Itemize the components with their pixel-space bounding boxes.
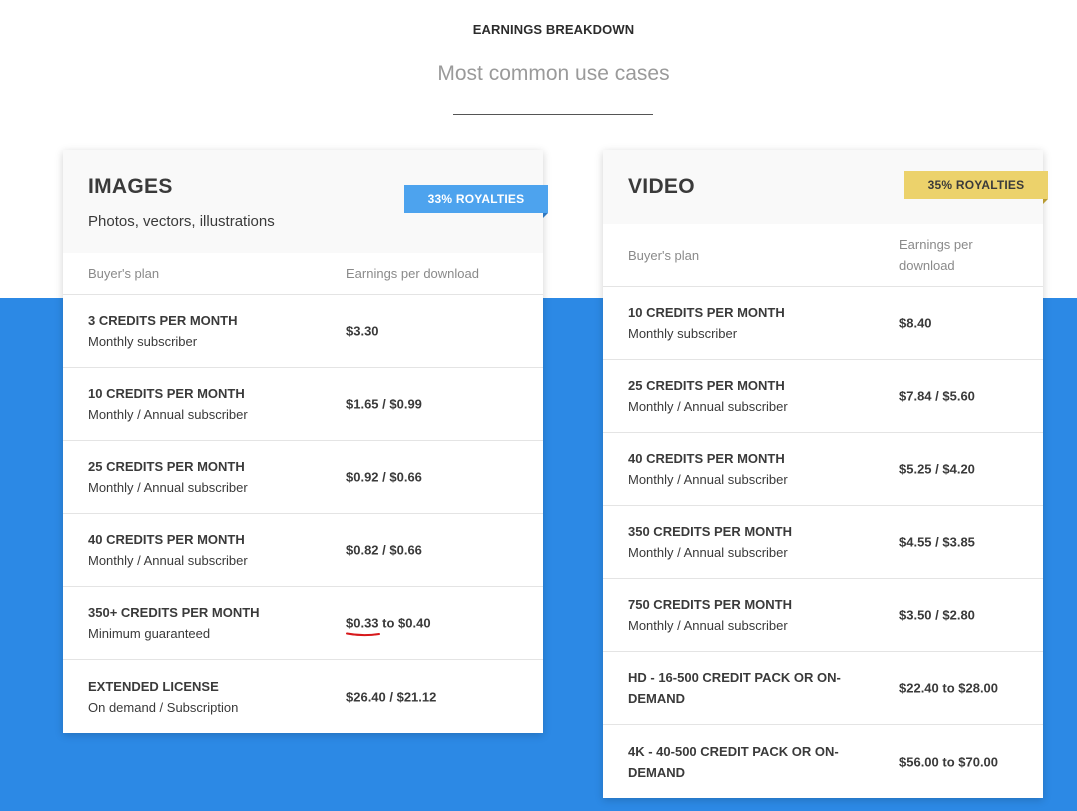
earnings-value: $8.40 xyxy=(899,315,932,331)
plan-type: Monthly / Annual subscriber xyxy=(88,553,248,568)
plan-name: 25 CREDITS PER MONTH xyxy=(628,378,785,393)
plan-name: 4K - 40-500 CREDIT PACK OR ON- xyxy=(628,743,839,759)
table-row: 40 CREDITS PER MONTH Monthly / Annual sub… xyxy=(63,514,543,587)
earnings-value: $3.30 xyxy=(346,323,379,339)
earnings-value: $0.33 to $0.40 xyxy=(346,615,431,637)
earnings-value: $3.50 / $2.80 xyxy=(899,607,975,623)
video-column-header: Buyer's plan Earnings per download xyxy=(603,224,1043,287)
red-underline-annotation xyxy=(346,632,380,637)
images-column-header: Buyer's plan Earnings per download xyxy=(63,253,543,295)
images-table-body: 3 CREDITS PER MONTH Monthly subscriber $3… xyxy=(63,295,543,733)
table-row: 350+ CREDITS PER MONTH Minimum guaranteed… xyxy=(63,587,543,660)
video-card: VIDEO 35% ROYALTIES Buyer's plan Earning… xyxy=(603,150,1048,798)
images-card: IMAGES Photos, vectors, illustrations 33… xyxy=(63,150,548,733)
earnings-value: $26.40 / $21.12 xyxy=(346,689,437,704)
images-card-header: IMAGES Photos, vectors, illustrations 33… xyxy=(63,150,548,253)
images-title: IMAGES xyxy=(88,175,173,198)
table-row: 25 CREDITS PER MONTH Monthly / Annual sub… xyxy=(63,441,543,514)
plan-name: HD - 16-500 CREDIT PACK OR ON- xyxy=(628,670,841,685)
images-col-earnings: Earnings per download xyxy=(346,266,479,281)
table-row: HD - 16-500 CREDIT PACK OR ON- DEMAND $22… xyxy=(603,652,1043,725)
plan-name: EXTENDED LICENSE xyxy=(88,678,219,694)
plan-name: 350+ CREDITS PER MONTH xyxy=(88,605,260,620)
plan-name: 750 CREDITS PER MONTH xyxy=(628,597,792,612)
plan-name: 40 CREDITS PER MONTH xyxy=(628,451,785,466)
plan-name-cont: DEMAND xyxy=(628,691,686,706)
images-subtitle: Photos, vectors, illustrations xyxy=(88,213,275,230)
video-col-earnings-2: download xyxy=(899,258,955,273)
earnings-value: $7.84 / $5.60 xyxy=(899,388,975,404)
plan-type: Monthly / Annual subscriber xyxy=(88,407,248,422)
title-divider xyxy=(453,114,653,115)
plan-type: Monthly / Annual subscriber xyxy=(628,472,788,487)
plan-type: Monthly subscriber xyxy=(628,326,738,341)
table-row: 3 CREDITS PER MONTH Monthly subscriber $3… xyxy=(63,295,543,368)
section-eyebrow: EARNINGS BREAKDOWN xyxy=(472,22,635,37)
plan-name: 10 CREDITS PER MONTH xyxy=(88,386,245,401)
video-card-header: VIDEO 35% ROYALTIES xyxy=(603,150,1048,224)
plan-type: Monthly / Annual subscriber xyxy=(88,480,248,495)
earnings-value-text: $0.33 to $0.40 xyxy=(346,615,431,631)
images-royalty-badge: 33% ROYALTIES xyxy=(404,185,548,218)
plan-type: Monthly / Annual subscriber xyxy=(628,399,788,414)
plan-type: Minimum guaranteed xyxy=(88,626,211,641)
plan-type: On demand / Subscription xyxy=(88,699,239,715)
table-row: 25 CREDITS PER MONTH Monthly / Annual sub… xyxy=(603,360,1043,433)
table-row: 40 CREDITS PER MONTH Monthly / Annual sub… xyxy=(603,433,1043,506)
earnings-value: $0.92 / $0.66 xyxy=(346,469,422,485)
table-row: 350 CREDITS PER MONTH Monthly / Annual su… xyxy=(603,506,1043,579)
plan-name-cont: DEMAND xyxy=(628,764,686,780)
images-col-plan: Buyer's plan xyxy=(88,266,160,281)
earnings-value: $1.65 / $0.99 xyxy=(346,396,422,412)
table-row: 10 CREDITS PER MONTH Monthly subscriber $… xyxy=(603,287,1043,360)
table-row: 10 CREDITS PER MONTH Monthly / Annual sub… xyxy=(63,368,543,441)
video-col-earnings-1: Earnings per xyxy=(899,237,973,252)
plan-name: 350 CREDITS PER MONTH xyxy=(628,524,792,539)
section-subtitle: Most common use cases xyxy=(437,62,670,85)
table-row: 750 CREDITS PER MONTH Monthly / Annual su… xyxy=(603,579,1043,652)
earnings-value: $0.82 / $0.66 xyxy=(346,542,422,558)
plan-type: Monthly / Annual subscriber xyxy=(628,618,788,633)
plan-name: 40 CREDITS PER MONTH xyxy=(88,532,245,547)
earnings-value: $56.00 to $70.00 xyxy=(899,754,999,769)
video-royalty-badge: 35% ROYALTIES xyxy=(904,171,1048,204)
plan-name: 25 CREDITS PER MONTH xyxy=(88,459,245,474)
plan-type: Monthly subscriber xyxy=(88,334,198,349)
earnings-value: $4.55 / $3.85 xyxy=(899,534,975,550)
table-row: EXTENDED LICENSE On demand / Subscription… xyxy=(63,660,543,733)
plan-name: 3 CREDITS PER MONTH xyxy=(88,313,238,328)
plan-name: 10 CREDITS PER MONTH xyxy=(628,305,785,320)
video-title: VIDEO xyxy=(628,175,695,198)
earnings-value: $5.25 / $4.20 xyxy=(899,461,975,477)
table-row: 4K - 40-500 CREDIT PACK OR ON- DEMAND $56… xyxy=(603,725,1043,798)
video-table-body: 10 CREDITS PER MONTH Monthly subscriber $… xyxy=(603,287,1043,798)
plan-type: Monthly / Annual subscriber xyxy=(628,545,788,560)
earnings-value: $22.40 to $28.00 xyxy=(899,680,999,696)
video-col-plan: Buyer's plan xyxy=(628,248,700,263)
